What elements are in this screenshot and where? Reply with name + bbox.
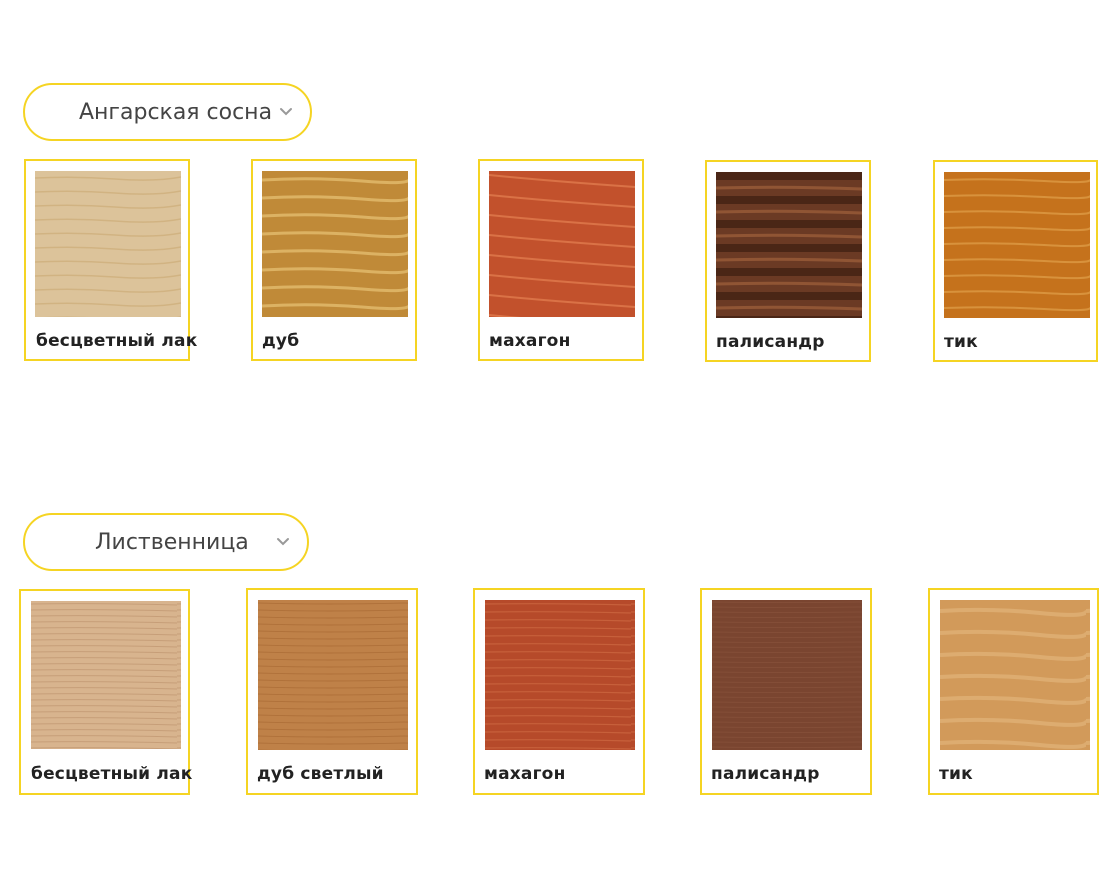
color-card-mahogany[interactable]: махагон	[478, 159, 644, 361]
card-label: палисандр	[716, 332, 825, 352]
wood-swatch-image	[489, 171, 635, 317]
card-label: тик	[944, 332, 978, 352]
dropdown-label: Лиственница	[95, 529, 249, 555]
wood-swatch-image	[262, 171, 408, 317]
wood-section-angara-pine: Ангарская сосна бесцветный лак дуб махаг…	[0, 0, 1110, 400]
dropdown-label: Ангарская сосна	[79, 99, 273, 125]
color-card-oak[interactable]: дуб	[251, 159, 417, 361]
color-card-colorless-varnish[interactable]: бесцветный лак	[19, 589, 193, 795]
card-label: тик	[939, 764, 973, 784]
wood-swatch-image	[940, 600, 1090, 750]
wood-type-dropdown[interactable]: Лиственница	[23, 513, 309, 571]
chevron-down-icon	[277, 538, 289, 546]
card-label: бесцветный лак	[36, 331, 198, 351]
wood-swatch-image	[258, 600, 408, 750]
color-card-teak[interactable]: тик	[928, 588, 1099, 795]
wood-swatch-image	[944, 172, 1090, 318]
card-label: палисандр	[711, 764, 820, 784]
card-label: дуб светлый	[257, 764, 384, 784]
wood-swatch-image	[31, 601, 181, 749]
wood-swatch-image	[35, 171, 181, 317]
wood-swatch-image	[485, 600, 635, 750]
wood-swatch-image	[716, 172, 862, 318]
chevron-down-icon	[280, 108, 292, 116]
card-label: махагон	[484, 764, 566, 784]
color-card-rosewood[interactable]: палисандр	[705, 160, 871, 362]
color-card-teak[interactable]: тик	[933, 160, 1098, 362]
color-card-light-oak[interactable]: дуб светлый	[246, 588, 418, 795]
wood-type-dropdown[interactable]: Ангарская сосна	[23, 83, 312, 141]
card-label: махагон	[489, 331, 571, 351]
card-label: бесцветный лак	[31, 764, 193, 784]
wood-section-larch: Лиственница бесцветный лак дуб светлый м…	[0, 480, 1110, 880]
color-card-rosewood[interactable]: палисандр	[700, 588, 872, 795]
color-card-mahogany[interactable]: махагон	[473, 588, 645, 795]
color-card-colorless-varnish[interactable]: бесцветный лак	[24, 159, 197, 361]
card-label: дуб	[262, 331, 300, 351]
wood-swatch-image	[712, 600, 862, 750]
